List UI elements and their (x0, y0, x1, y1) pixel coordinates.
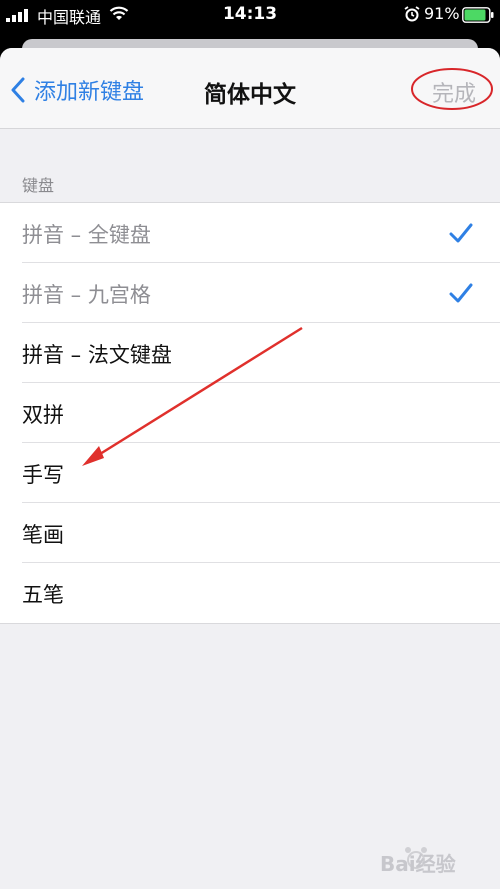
keyboard-label: 双拼 (22, 403, 64, 427)
navigation-bar: 添加新键盘 简体中文 完成 (0, 48, 500, 129)
keyboard-settings-sheet: 添加新键盘 简体中文 完成 键盘 拼音 – 全键盘 拼音 – 九宫格 拼音 – … (0, 48, 500, 889)
keyboard-label: 拼音 – 全键盘 (22, 223, 151, 247)
list-item[interactable]: 拼音 – 九宫格 (0, 263, 500, 323)
list-item[interactable]: 拼音 – 法文键盘 (0, 323, 500, 383)
chevron-left-icon (11, 77, 25, 103)
watermark-text: Bai经验 (380, 852, 456, 876)
keyboard-label: 手写 (22, 463, 64, 487)
battery-percent: 91% (424, 4, 460, 23)
list-item[interactable]: 笔画 (0, 503, 500, 563)
red-circle-annotation (411, 68, 493, 110)
keyboard-label: 笔画 (22, 523, 64, 547)
back-button[interactable]: 添加新键盘 (10, 74, 144, 106)
keyboard-label: 五笔 (22, 583, 64, 607)
list-item[interactable]: 五笔 (0, 563, 500, 623)
status-bar: 中国联通 14:13 91% (0, 0, 500, 30)
checkmark-icon (449, 283, 473, 303)
battery-icon (462, 7, 494, 23)
keyboard-label: 拼音 – 九宫格 (22, 283, 151, 307)
list-item[interactable]: 双拼 (0, 383, 500, 443)
checkmark-icon (449, 223, 473, 243)
list-item[interactable]: 拼音 – 全键盘 (0, 203, 500, 263)
back-button-label: 添加新键盘 (34, 80, 145, 105)
section-header: 键盘 (22, 176, 55, 195)
list-item[interactable]: 手写 (0, 443, 500, 503)
keyboard-list: 拼音 – 全键盘 拼音 – 九宫格 拼音 – 法文键盘 双拼 手写 笔画 五笔 (0, 202, 500, 624)
keyboard-label: 拼音 – 法文键盘 (22, 343, 172, 367)
alarm-icon (404, 6, 420, 22)
